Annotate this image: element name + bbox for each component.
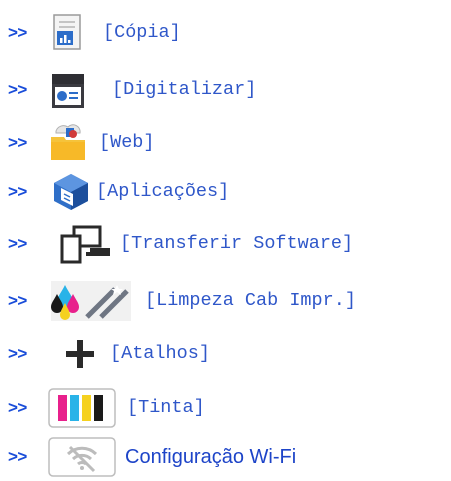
arrow-marker: >> <box>8 234 27 253</box>
apps-cube-icon <box>51 172 91 212</box>
arrow-marker: >> <box>8 291 27 310</box>
arrow-marker: >> <box>8 447 27 466</box>
arrow-marker: >> <box>8 133 27 152</box>
menu-label-atalhos[interactable]: [Atalhos] <box>110 331 210 377</box>
web-folder-icon <box>48 123 88 163</box>
head-cleaning-icon <box>51 281 131 321</box>
menu-label-aplicacoes[interactable]: [Aplicações] <box>96 169 229 215</box>
menu-label-transferir-software[interactable]: [Transferir Software] <box>120 221 353 267</box>
menu-item-transferir-software[interactable]: >> [Transferir Software] <box>0 221 451 267</box>
menu-item-digitalizar[interactable]: >> [Digitalizar] <box>0 67 451 113</box>
menu-item-limpeza-cab-impr[interactable]: >> [Limpeza Cab Impr.] <box>0 278 451 324</box>
menu-label-web[interactable]: [Web] <box>99 120 155 166</box>
copy-icon <box>48 13 88 53</box>
menu-item-copia[interactable]: >> [Cópia] <box>0 10 451 56</box>
scanner-icon <box>48 70 88 110</box>
menu-label-copia[interactable]: [Cópia] <box>103 10 181 56</box>
devices-icon <box>60 224 110 264</box>
menu-item-web[interactable]: >> [Web] <box>0 120 451 166</box>
arrow-marker: >> <box>8 398 27 417</box>
menu-item-aplicacoes[interactable]: >> [Aplicações] <box>0 169 451 215</box>
arrow-marker: >> <box>8 344 27 363</box>
plus-icon <box>60 334 100 374</box>
wifi-off-icon <box>48 437 116 477</box>
arrow-marker: >> <box>8 23 27 42</box>
menu-label-limpeza-cab-impr[interactable]: [Limpeza Cab Impr.] <box>145 278 356 324</box>
menu-item-tinta[interactable]: >> [Tinta] <box>0 385 451 431</box>
arrow-marker: >> <box>8 182 27 201</box>
menu-label-configuracao-wifi[interactable]: Configuração Wi-Fi <box>125 434 296 480</box>
ink-icon <box>48 388 116 428</box>
menu-label-tinta[interactable]: [Tinta] <box>127 385 205 431</box>
menu-item-atalhos[interactable]: >> [Atalhos] <box>0 331 451 377</box>
menu-label-digitalizar[interactable]: [Digitalizar] <box>112 67 256 113</box>
menu-item-configuracao-wifi[interactable]: >> Configuração Wi-Fi <box>0 434 451 480</box>
arrow-marker: >> <box>8 80 27 99</box>
